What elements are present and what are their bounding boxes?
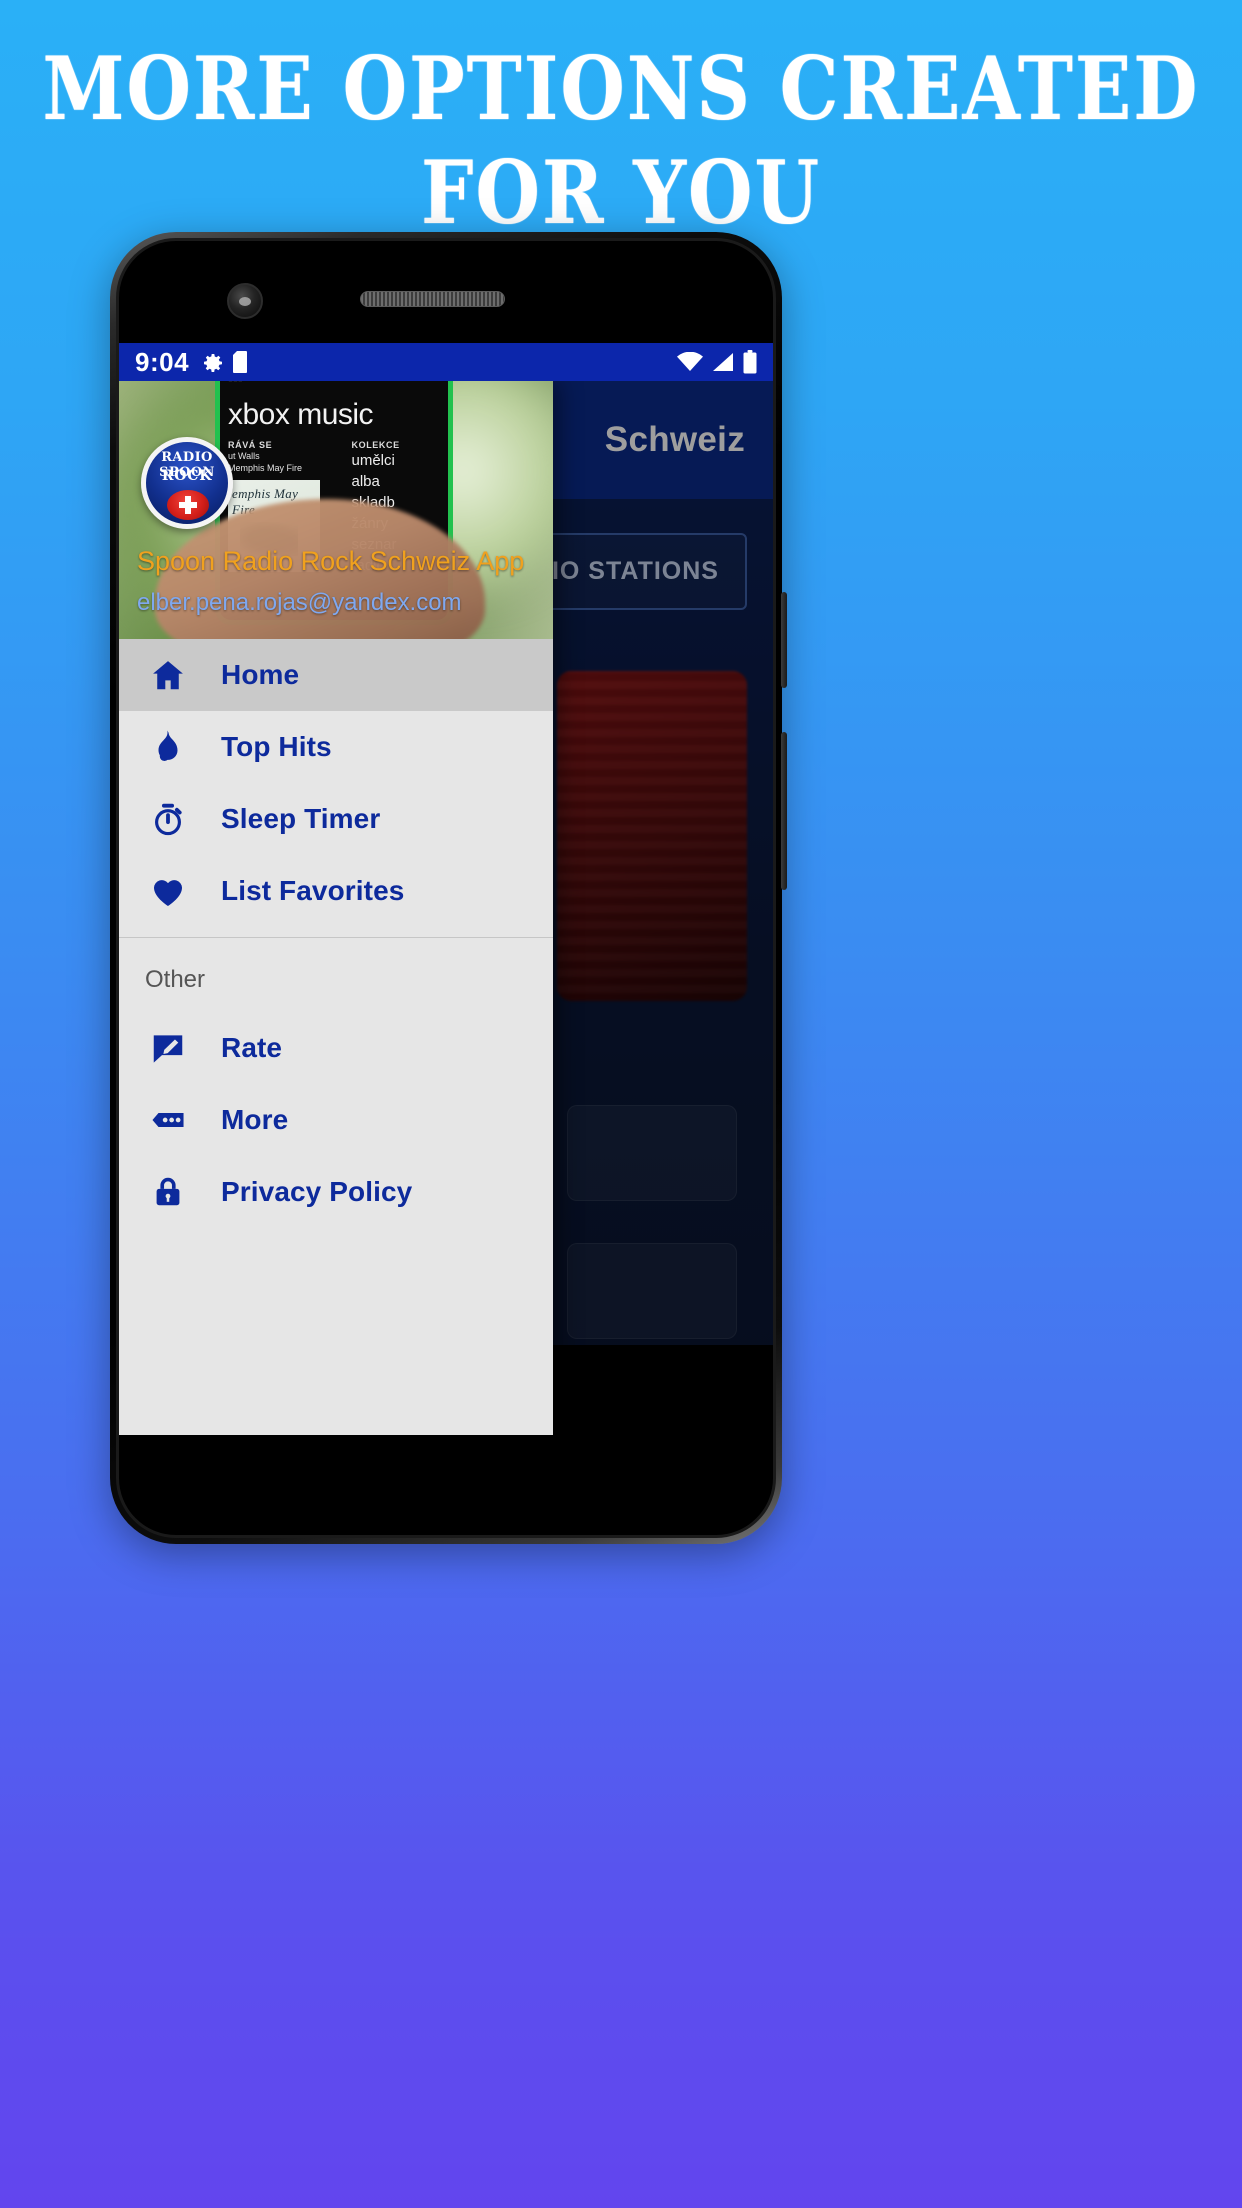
- wifi-icon: [677, 352, 703, 372]
- gear-icon: [201, 351, 223, 373]
- drawer-item-label: More: [221, 1104, 289, 1135]
- drawer-account-email: elber.pena.rojas@yandex.com: [137, 589, 462, 616]
- drawer-menu-list: Home Top Hits Sleep Timer List Favorites…: [119, 639, 553, 1228]
- photo-now-playing-2: Memphis May Fire: [228, 463, 303, 473]
- phone-screen: Schweiz IO STATIONS ▮▮▮ SE 19:12: [119, 343, 773, 1435]
- phone-power-button[interactable]: [781, 592, 787, 688]
- status-bar: 9:04: [119, 343, 773, 381]
- photo-right-label: KOLEKCE: [351, 440, 400, 450]
- phone-mockup: Schweiz IO STATIONS ▮▮▮ SE 19:12: [110, 232, 787, 1544]
- drawer-item-top-hits[interactable]: Top Hits: [119, 711, 553, 783]
- more-ellipsis-icon: [145, 1097, 191, 1143]
- home-icon: [145, 652, 191, 698]
- status-bar-right-icons: [677, 350, 757, 374]
- photo-now-playing-1: ut Walls: [228, 451, 260, 461]
- status-bar-left-icons: [201, 351, 251, 373]
- photo-right-item: umělci: [351, 452, 395, 469]
- earpiece-speaker: [360, 291, 505, 307]
- avatar-line-2: ROCK: [161, 468, 213, 484]
- swiss-flag-icon: [167, 490, 209, 520]
- drawer-header: ▮▮▮ SE 19:12 xbox music RÁVÁ SE ut Walls…: [119, 381, 553, 639]
- stopwatch-icon: [145, 796, 191, 842]
- status-bar-clock: 9:04: [135, 346, 190, 377]
- drawer-item-label: Top Hits: [221, 731, 332, 762]
- photo-left-label: RÁVÁ SE: [228, 440, 273, 450]
- drawer-item-label: Privacy Policy: [221, 1176, 413, 1207]
- drawer-item-rate[interactable]: Rate: [119, 1012, 553, 1084]
- phone-volume-button[interactable]: [781, 732, 787, 890]
- front-camera-icon: [227, 283, 263, 319]
- sd-card-icon: [233, 351, 251, 373]
- drawer-empty-space: [119, 1228, 553, 1435]
- rate-feedback-icon: [145, 1025, 191, 1071]
- signal-icon: [711, 352, 735, 372]
- drawer-item-label: Rate: [221, 1032, 283, 1063]
- drawer-item-more[interactable]: More: [119, 1084, 553, 1156]
- drawer-item-label: Sleep Timer: [221, 803, 381, 834]
- promo-headline: MORE OPTIONS CREATED FOR YOU: [0, 28, 1242, 244]
- heart-icon: [145, 868, 191, 914]
- photo-device-statusbar: ▮▮▮ SE 19:12: [228, 381, 440, 383]
- photo-device-time: 19:12: [417, 381, 440, 383]
- drawer-item-label: List Favorites: [221, 875, 405, 906]
- drawer-item-privacy-policy[interactable]: Privacy Policy: [119, 1156, 553, 1228]
- drawer-item-label: Home: [221, 659, 300, 690]
- navigation-drawer: ▮▮▮ SE 19:12 xbox music RÁVÁ SE ut Walls…: [119, 381, 553, 1435]
- photo-right-item: alba: [351, 473, 380, 490]
- photo-device-title: xbox music: [228, 398, 374, 431]
- drawer-item-sleep-timer[interactable]: Sleep Timer: [119, 783, 553, 855]
- drawer-app-name: Spoon Radio Rock Schweiz App: [137, 546, 525, 576]
- battery-icon: [743, 350, 757, 374]
- photo-signal-icon: ▮▮▮ SE: [228, 381, 257, 383]
- drawer-section-label: Other: [145, 966, 206, 993]
- phone-body: Schweiz IO STATIONS ▮▮▮ SE 19:12: [116, 238, 776, 1538]
- flame-icon: [145, 724, 191, 770]
- drawer-scrim[interactable]: [553, 381, 773, 1435]
- drawer-item-list-favorites[interactable]: List Favorites: [119, 855, 553, 927]
- drawer-item-home[interactable]: Home: [119, 639, 553, 711]
- avatar[interactable]: RADIO SPOON ROCK: [141, 437, 233, 529]
- lock-icon: [145, 1169, 191, 1215]
